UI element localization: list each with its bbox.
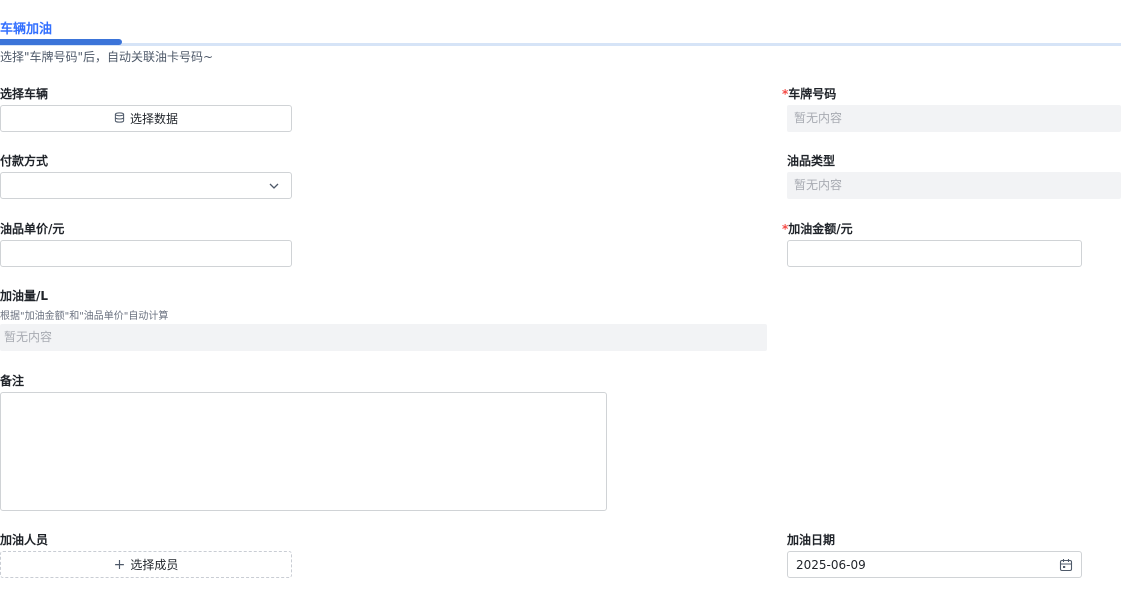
plate-label-text: 车牌号码 — [788, 87, 837, 101]
tab-vehicle-refuel[interactable]: 车辆加油 — [0, 18, 52, 37]
payment-select[interactable] — [0, 172, 292, 199]
date-picker[interactable]: 2025-06-09 — [787, 551, 1082, 578]
volume-field: 暂无内容 — [0, 324, 767, 351]
vehicle-label: 选择车辆 — [0, 87, 49, 101]
remark-textarea[interactable] — [0, 392, 607, 511]
chevron-down-icon — [269, 183, 279, 189]
date-value: 2025-06-09 — [796, 558, 866, 572]
plate-label: *车牌号码 — [782, 85, 836, 102]
tab-bar: 车辆加油 — [0, 0, 1121, 46]
select-member-label: 选择成员 — [130, 558, 179, 572]
remark-label: 备注 — [0, 374, 25, 388]
unit-price-input[interactable] — [0, 240, 292, 267]
oil-type-label: 油品类型 — [787, 154, 836, 168]
select-member-button[interactable]: + 选择成员 — [0, 551, 292, 578]
plus-icon: + — [113, 556, 126, 573]
amount-label-text: 加油金额/元 — [788, 222, 853, 236]
unit-price-label: 油品单价/元 — [0, 222, 65, 236]
tab-divider — [0, 43, 1121, 46]
database-icon — [114, 111, 125, 126]
amount-input[interactable] — [787, 240, 1082, 267]
plate-field: 暂无内容 — [787, 105, 1121, 132]
volume-label: 加油量/L — [0, 289, 49, 303]
oil-type-field: 暂无内容 — [787, 172, 1121, 199]
amount-label: *加油金额/元 — [782, 220, 853, 237]
staff-label: 加油人员 — [0, 533, 49, 547]
select-vehicle-button[interactable]: 选择数据 — [0, 105, 292, 132]
refuel-form-page: 车辆加油 选择"车牌号码"后，自动关联油卡号码~ 选择车辆 选择数据 *车牌号码… — [0, 0, 1121, 608]
volume-hint: 根据"加油金额"和"油品单价"自动计算 — [0, 311, 169, 322]
calendar-icon — [1059, 559, 1073, 572]
date-label: 加油日期 — [787, 533, 836, 547]
tab-active-indicator — [0, 39, 122, 45]
payment-label: 付款方式 — [0, 154, 49, 168]
select-vehicle-label: 选择数据 — [129, 112, 178, 126]
form-hint: 选择"车牌号码"后，自动关联油卡号码~ — [0, 50, 214, 64]
